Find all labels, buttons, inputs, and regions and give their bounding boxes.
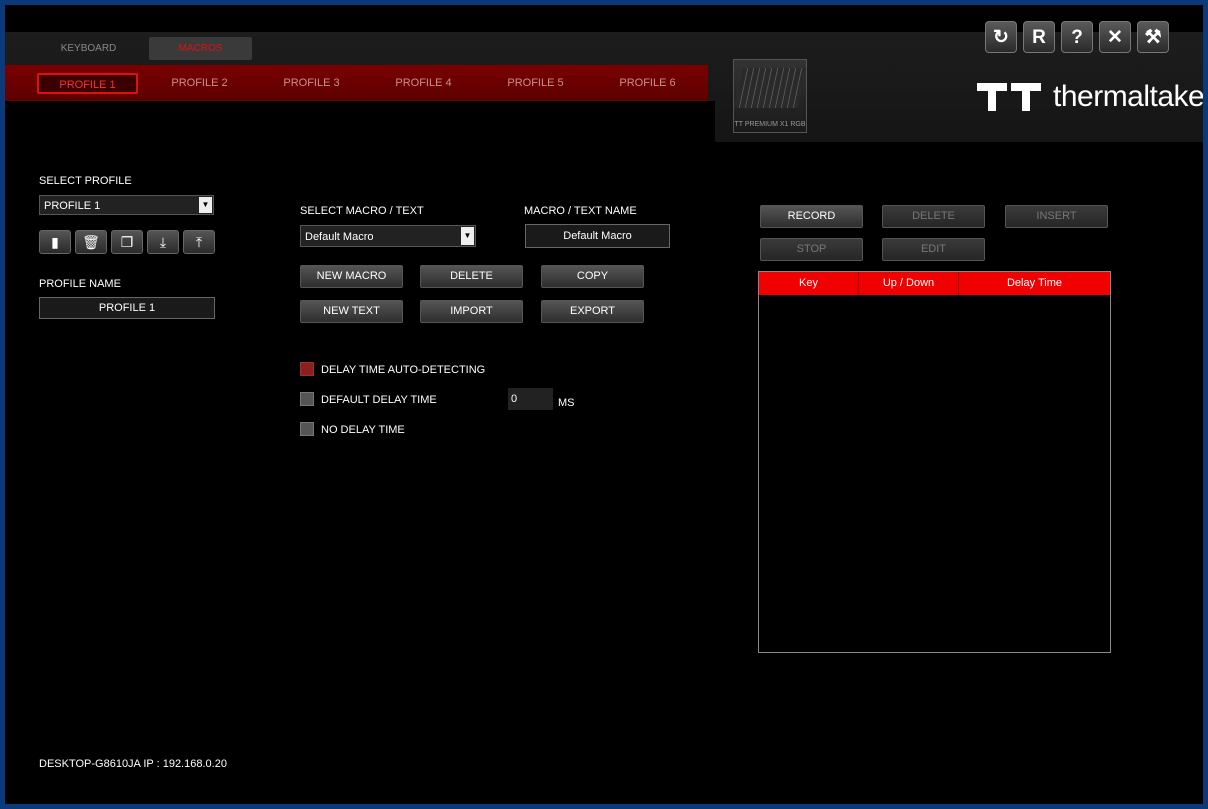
- chevron-down-icon: ▼: [461, 227, 474, 245]
- close-icon[interactable]: ✕: [1099, 21, 1131, 53]
- macro-name-field[interactable]: Default Macro: [525, 224, 670, 248]
- stop-button[interactable]: STOP: [760, 238, 863, 261]
- status-bar-text: DESKTOP-G8610JA IP : 192.168.0.20: [39, 758, 227, 770]
- default-delay-checkbox[interactable]: [300, 392, 314, 406]
- delete-profile-button[interactable]: 🗑: [75, 230, 107, 254]
- profile-name-field[interactable]: PROFILE 1: [39, 297, 215, 319]
- column-header-key[interactable]: Key: [759, 272, 859, 295]
- tab-profile-1[interactable]: PROFILE 1: [37, 73, 138, 94]
- settings-tools-icon[interactable]: ⚒: [1137, 21, 1169, 53]
- no-delay-checkbox[interactable]: [300, 422, 314, 436]
- new-text-button[interactable]: NEW TEXT: [300, 300, 403, 323]
- macro-app-window: KEYBOARD MACROS PROFILE 1 PROFILE 2 PROF…: [5, 5, 1203, 804]
- default-delay-label: DEFAULT DELAY TIME: [321, 394, 437, 406]
- import-profile-button[interactable]: ⤓: [147, 230, 179, 254]
- tab-macros[interactable]: MACROS: [149, 37, 252, 60]
- tab-keyboard[interactable]: KEYBOARD: [37, 37, 140, 60]
- auto-detect-delay-label: DELAY TIME AUTO-DETECTING: [321, 364, 486, 376]
- help-icon[interactable]: ?: [1061, 21, 1093, 53]
- profile-name-label: PROFILE NAME: [39, 278, 121, 290]
- profile-tabs-bar: PROFILE 1 PROFILE 2 PROFILE 3 PROFILE 4 …: [5, 65, 708, 103]
- delete-macro-button[interactable]: DELETE: [420, 265, 523, 288]
- save-profile-button[interactable]: ▮: [39, 230, 71, 254]
- device-label: TT PREMIUM X1 RGB: [734, 121, 806, 128]
- profile-select[interactable]: PROFILE 1 ▼: [39, 195, 214, 215]
- brand-logo: thermaltake: [977, 80, 1203, 113]
- refresh-icon[interactable]: ↻: [985, 21, 1017, 53]
- tab-profile-3[interactable]: PROFILE 3: [261, 73, 362, 94]
- delay-time-input[interactable]: 0: [508, 388, 553, 410]
- delay-unit-label: MS: [558, 397, 575, 409]
- new-macro-button[interactable]: NEW MACRO: [300, 265, 403, 288]
- tab-profile-2[interactable]: PROFILE 2: [149, 73, 250, 94]
- export-profile-button[interactable]: ⤒: [183, 230, 215, 254]
- select-macro-label: SELECT MACRO / TEXT: [300, 205, 424, 217]
- tab-profile-4[interactable]: PROFILE 4: [373, 73, 474, 94]
- column-header-up-down[interactable]: Up / Down: [859, 272, 959, 295]
- keyboard-image: [733, 68, 807, 108]
- export-macro-button[interactable]: EXPORT: [541, 300, 644, 323]
- import-download-icon: ⤓: [159, 234, 167, 250]
- edit-step-button[interactable]: EDIT: [882, 238, 985, 261]
- macro-steps-table[interactable]: Key Up / Down Delay Time: [758, 271, 1111, 653]
- no-delay-label: NO DELAY TIME: [321, 424, 405, 436]
- table-header: Key Up / Down Delay Time: [759, 272, 1110, 295]
- import-macro-button[interactable]: IMPORT: [420, 300, 523, 323]
- macro-select-value: Default Macro: [305, 231, 374, 243]
- reset-icon[interactable]: R: [1023, 21, 1055, 53]
- record-button[interactable]: RECORD: [760, 205, 863, 228]
- macro-select[interactable]: Default Macro ▼: [300, 225, 476, 247]
- auto-detect-delay-checkbox[interactable]: [300, 362, 314, 376]
- save-icon: ▮: [51, 234, 59, 250]
- delete-step-button[interactable]: DELETE: [882, 205, 985, 228]
- copy-icon: ❐: [120, 234, 134, 250]
- trash-icon: 🗑: [82, 234, 100, 250]
- thermaltake-logo-icon: [977, 83, 1043, 111]
- tab-profile-6[interactable]: PROFILE 6: [597, 73, 698, 94]
- copy-macro-button[interactable]: COPY: [541, 265, 644, 288]
- column-header-delay-time[interactable]: Delay Time: [959, 272, 1110, 295]
- export-upload-icon: ⤒: [195, 234, 203, 250]
- select-profile-label: SELECT PROFILE: [39, 175, 132, 187]
- header-cutout: [5, 101, 715, 151]
- tab-profile-5[interactable]: PROFILE 5: [485, 73, 586, 94]
- device-thumbnail[interactable]: TT PREMIUM X1 RGB: [733, 59, 807, 133]
- insert-step-button[interactable]: INSERT: [1005, 205, 1108, 228]
- copy-profile-button[interactable]: ❐: [111, 230, 143, 254]
- brand-name: thermaltake: [1053, 80, 1203, 113]
- chevron-down-icon: ▼: [199, 197, 212, 213]
- macro-name-label: MACRO / TEXT NAME: [524, 205, 637, 217]
- profile-select-value: PROFILE 1: [44, 200, 101, 212]
